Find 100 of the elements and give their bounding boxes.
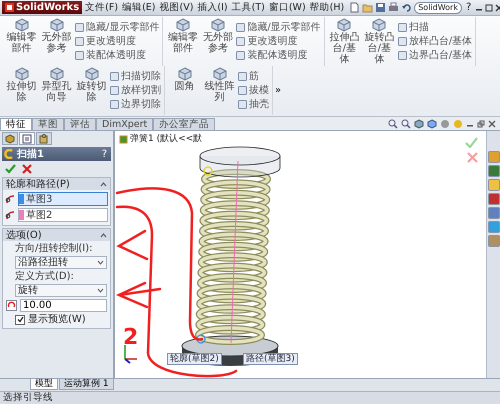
toolbar-button[interactable]: 抽壳 (238, 99, 269, 110)
cube-icon (176, 18, 190, 32)
toolbar-button[interactable]: 拔模 (238, 85, 269, 96)
toolbar-button[interactable]: 无外部参考 (201, 18, 234, 65)
toolbar-button[interactable]: 无外部参考 (40, 18, 73, 65)
printer-icon[interactable] (388, 2, 400, 13)
cube-icon (84, 67, 98, 81)
logo-icon (5, 3, 14, 12)
chevron-icon[interactable] (100, 181, 107, 187)
cube-icon (50, 18, 64, 32)
sketch-label: 轮廓(草图2) (167, 353, 222, 365)
panel-tab[interactable] (19, 132, 35, 145)
toolbar-button[interactable]: 边界切除 (110, 99, 161, 110)
rotate-icon[interactable] (6, 300, 17, 311)
menu-item[interactable]: 视图(V) (158, 2, 194, 13)
square-icon (236, 23, 246, 32)
clipboard-icon (22, 134, 32, 144)
tab[interactable]: DimXpert (96, 118, 154, 130)
toolbar-button[interactable]: 扫描切除 (110, 71, 161, 82)
help-button[interactable]: ? (464, 2, 474, 13)
toolbar-button[interactable]: 隐藏/显示零部件 (75, 22, 160, 33)
document-icon[interactable] (349, 2, 360, 13)
part-icon (119, 135, 128, 144)
task-pane-icon[interactable] (488, 165, 500, 177)
tab[interactable]: 模型 (30, 379, 58, 390)
square-icon (238, 72, 247, 81)
maximize-icon[interactable] (485, 4, 494, 12)
magnifier-icon[interactable] (388, 119, 398, 129)
menu-item[interactable]: 工具(T) (230, 2, 266, 13)
square-icon (398, 23, 407, 32)
undo-icon[interactable] (401, 2, 412, 13)
tab[interactable]: 特征 (0, 118, 32, 130)
square-icon (238, 100, 247, 109)
tab[interactable]: 评估 (64, 118, 96, 130)
square-icon (236, 51, 246, 60)
x-icon[interactable] (22, 164, 32, 174)
field-value: 草图3 (26, 194, 52, 204)
more-button[interactable]: » (273, 85, 284, 96)
cube-icon (14, 18, 28, 32)
square-icon (110, 100, 119, 109)
tab[interactable]: 草图 (32, 118, 64, 130)
square-icon (75, 37, 84, 46)
panel-title: 扫描1 (17, 148, 45, 160)
checkbox[interactable] (15, 314, 25, 324)
toolbar-button[interactable]: 放样凸台/基体 (398, 36, 472, 47)
toolbar-button[interactable]: 装配体透明度 (236, 50, 321, 61)
task-pane-icon[interactable] (488, 193, 500, 205)
help-button[interactable]: ? (100, 148, 109, 160)
cube-icon (50, 67, 64, 81)
menu-item[interactable]: 窗口(W) (268, 2, 307, 13)
selection-field[interactable]: 草图3 (18, 192, 108, 206)
menu-item[interactable]: 编辑(E) (121, 2, 156, 13)
toolbar-button[interactable]: 线性阵列 (203, 67, 236, 114)
toolbar-button[interactable]: 放样切割 (110, 85, 161, 96)
toolbar-button[interactable]: 编辑零部件 (5, 18, 38, 65)
panel-tab[interactable] (36, 132, 52, 145)
task-pane-icon[interactable] (488, 207, 500, 219)
toolbar-button[interactable]: 隐藏/显示零部件 (236, 22, 321, 33)
menu-item[interactable]: 文件(F) (84, 2, 120, 13)
chevron-icon[interactable] (100, 232, 107, 238)
toolbar-button[interactable]: 拉伸凸台/基体 (328, 18, 361, 65)
cube-icon (210, 18, 225, 32)
folder-icon[interactable] (362, 2, 374, 13)
caret-icon (97, 288, 104, 293)
sketch-label: 路径(草图3) (243, 353, 298, 365)
dropdown[interactable]: 旋转 (15, 284, 107, 297)
check-icon[interactable] (5, 164, 16, 174)
axis-triad-drawing (124, 345, 137, 364)
dropdown[interactable]: 沿路径扭转 (15, 256, 107, 269)
search-field[interactable]: SolidWork (414, 2, 462, 14)
toolbar-button[interactable]: 编辑零部件 (166, 18, 200, 65)
curve-icon (5, 210, 15, 220)
menu-item[interactable]: 插入(I) (196, 2, 229, 13)
restore-icon[interactable] (477, 120, 485, 128)
toolbar-button[interactable]: 边界凸台/基体 (398, 50, 472, 61)
section-title: 选项(O) (6, 230, 42, 240)
check-icon (16, 316, 24, 323)
menu-item[interactable]: 帮助(H) (308, 2, 346, 13)
caret-icon (97, 260, 104, 265)
tab[interactable]: 办公室产品 (153, 118, 216, 130)
selection-field[interactable]: 草图2 (18, 208, 108, 222)
toolbar-button[interactable]: 更改透明度 (75, 36, 160, 47)
toolbar-button[interactable]: 旋转凸台/基体 (362, 18, 396, 65)
toolbar-button[interactable]: 旋转切除 (75, 67, 108, 114)
toolbar-button[interactable]: 装配体透明度 (75, 50, 160, 61)
toolbar-button[interactable]: 圆角 (168, 67, 201, 114)
toolbar-button[interactable]: 异型孔向导 (40, 67, 73, 114)
toolbar-button[interactable]: 扫描 (398, 22, 472, 33)
tree-item[interactable]: 弹簧1 (默认<<默 (130, 134, 202, 145)
toolbar-button[interactable]: 筋 (238, 71, 269, 82)
check-icon[interactable] (465, 137, 478, 148)
magnifier-icon[interactable] (401, 119, 411, 129)
panel-tab[interactable] (2, 132, 18, 145)
section-title: 轮廓和路径(P) (6, 178, 70, 190)
checkbox-label: 显示预览(W) (28, 314, 86, 325)
close-icon[interactable] (488, 120, 496, 128)
toolbar-button[interactable]: 更改透明度 (236, 36, 321, 47)
toolbar-button[interactable]: 拉伸切除 (5, 67, 38, 114)
number-field[interactable]: 10.00 (20, 299, 107, 312)
tab[interactable]: 运动算例 1 (59, 379, 114, 390)
